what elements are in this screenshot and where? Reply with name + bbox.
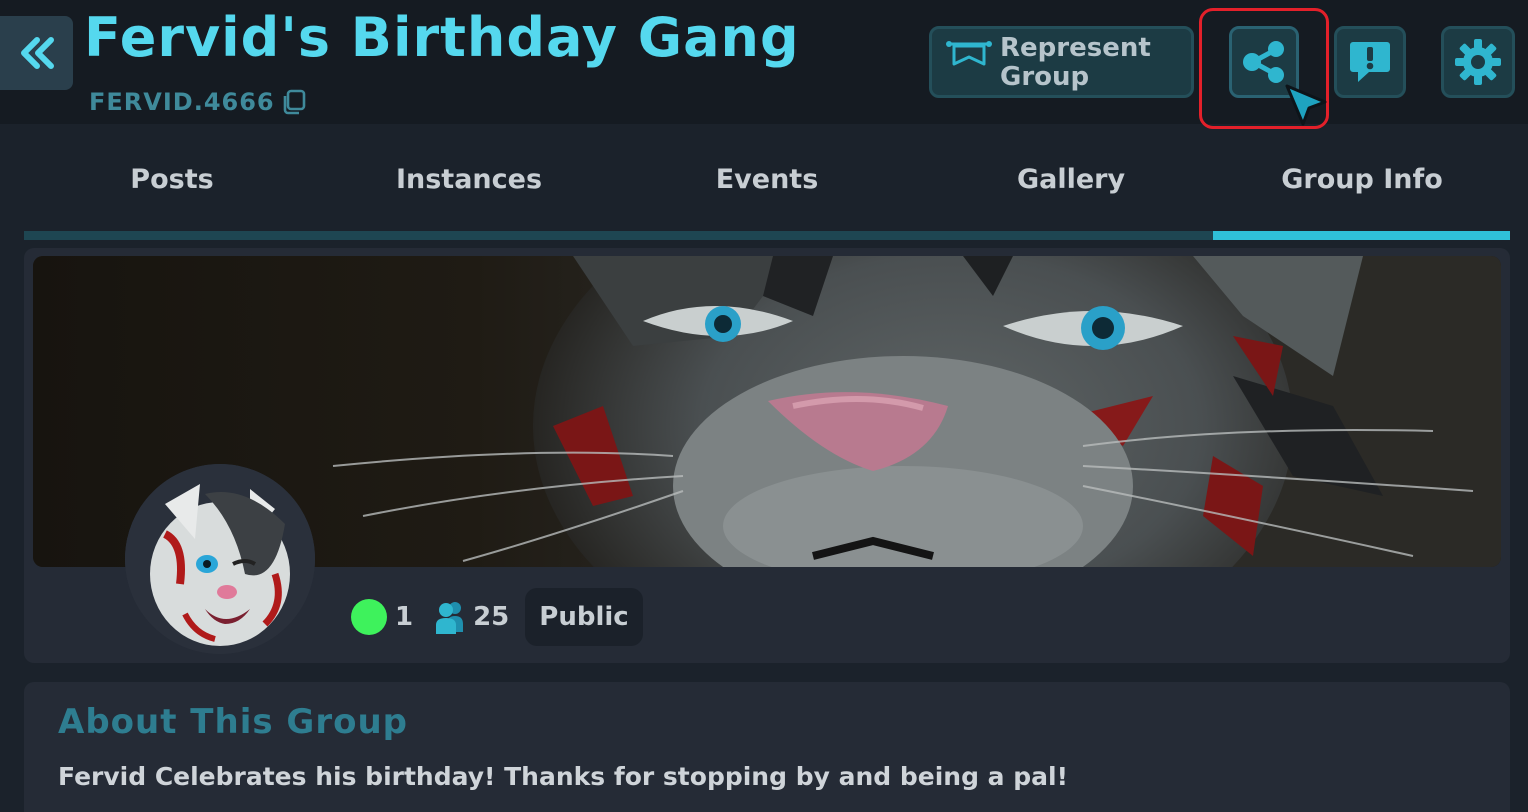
back-button[interactable] [0, 16, 73, 90]
represent-label-line2: Group [1000, 62, 1090, 92]
report-button[interactable] [1334, 26, 1406, 98]
group-title: Fervid's Birthday Gang [84, 6, 800, 69]
header: Fervid's Birthday Gang FERVID.4666 Repre… [0, 0, 1528, 129]
represent-group-button[interactable]: Represent Group [929, 26, 1194, 98]
tab-posts[interactable]: Posts [130, 164, 213, 195]
cursor-pointer-icon [1285, 84, 1327, 126]
group-stats: 1 25 Public [351, 588, 643, 646]
privacy-badge: Public [525, 588, 643, 646]
about-title: About This Group [58, 702, 409, 742]
tab-events[interactable]: Events [716, 164, 819, 195]
tab-gallery[interactable]: Gallery [1017, 164, 1125, 195]
group-code: FERVID.4666 [89, 88, 275, 116]
tab-group-info[interactable]: Group Info [1281, 164, 1443, 195]
banner-icon [946, 41, 992, 66]
about-description: Fervid Celebrates his birthday! Thanks f… [58, 762, 1068, 791]
copy-icon[interactable] [281, 89, 307, 115]
group-header-card: 1 25 Public [24, 248, 1510, 663]
tab-instances[interactable]: Instances [396, 164, 542, 195]
report-icon [1350, 42, 1390, 82]
tab-active-indicator [1213, 231, 1510, 240]
settings-button[interactable] [1441, 26, 1515, 98]
member-count: 25 [473, 602, 510, 632]
represent-label-line1: Represent [1000, 33, 1151, 63]
represent-group-label: Represent Group [1000, 34, 1190, 92]
gear-icon [1455, 39, 1501, 85]
about-section: About This Group Fervid Celebrates his b… [24, 682, 1510, 812]
tab-bar: Posts Instances Events Gallery Group Inf… [24, 136, 1510, 240]
members-icon [436, 602, 464, 634]
online-count: 1 [395, 602, 414, 632]
group-code-row[interactable]: FERVID.4666 [89, 88, 307, 116]
double-chevron-left-icon [20, 37, 54, 69]
group-avatar [125, 464, 315, 654]
online-dot [351, 599, 387, 635]
